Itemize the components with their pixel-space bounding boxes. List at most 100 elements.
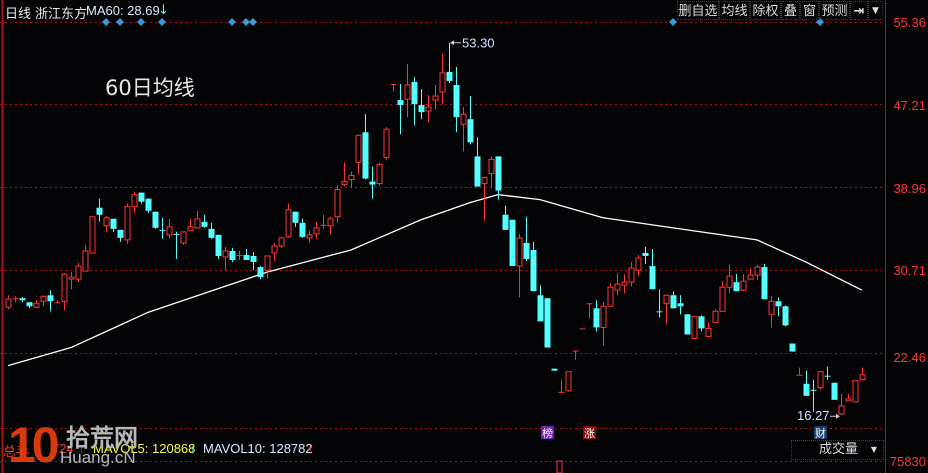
- candle-body: [89, 216, 96, 254]
- candle-up: [432, 84, 439, 110]
- candle-down: [257, 266, 264, 280]
- candle-down: [544, 298, 551, 348]
- candle-down: [138, 192, 145, 204]
- candle-up: [54, 300, 61, 304]
- candle-up: [768, 296, 775, 328]
- forecast-button[interactable]: 预测: [819, 1, 850, 20]
- candle-down: [47, 290, 54, 312]
- window-button[interactable]: 窗: [800, 1, 819, 20]
- candle-down: [208, 222, 215, 239]
- candle-body: [117, 229, 124, 238]
- candle-up: [124, 203, 131, 244]
- candle-body: [278, 237, 285, 247]
- candle-body: [516, 237, 523, 267]
- candle-body: [775, 301, 782, 307]
- candlestick-chart[interactable]: 53.30 16.27 榜 涨 财: [0, 0, 928, 473]
- ex-rights-button[interactable]: 除权: [750, 1, 781, 20]
- candle-down: [418, 88, 425, 120]
- candle-body: [355, 134, 362, 163]
- candle-down: [810, 379, 817, 412]
- candle-body: [698, 316, 705, 329]
- candle-body: [831, 382, 838, 400]
- candle-body: [684, 314, 691, 335]
- candle-up: [460, 107, 467, 152]
- candle-down: [369, 166, 376, 199]
- candle-body: [635, 257, 642, 271]
- candle-up: [691, 315, 698, 339]
- candle-body: [453, 84, 460, 118]
- candle-body: [537, 295, 544, 322]
- event-marker-label: 榜: [542, 426, 553, 440]
- candle-up: [516, 233, 523, 298]
- candle-down: [530, 241, 537, 292]
- candle-body: [600, 305, 607, 328]
- candle-body: [838, 405, 845, 415]
- price-tick: 22.46: [893, 350, 926, 365]
- ma-button[interactable]: 均线: [719, 1, 750, 20]
- candle-body: [285, 209, 292, 238]
- candle-body: [726, 275, 733, 288]
- candle-up: [355, 134, 362, 175]
- candle-up: [327, 216, 334, 234]
- candle-up: [285, 203, 292, 238]
- candle-body: [544, 298, 551, 348]
- candle-down: [299, 218, 306, 238]
- candle-body: [5, 298, 12, 308]
- candle-up: [404, 63, 411, 118]
- dropdown-icon[interactable]: ▼: [868, 1, 883, 20]
- candle-body: [166, 226, 173, 236]
- candle-down: [698, 315, 705, 332]
- candle-body: [61, 273, 68, 302]
- arrow-down-icon: ↓: [158, 3, 169, 18]
- candle-body: [362, 132, 369, 179]
- candle-up: [663, 294, 670, 325]
- exit-arrow-icon[interactable]: ⇥: [850, 1, 868, 20]
- candle-up: [194, 210, 201, 229]
- info-diamond-icon: [228, 18, 236, 26]
- candle-up: [320, 214, 327, 229]
- candle-body: [145, 198, 152, 211]
- volume-tick: 75830: [889, 454, 926, 469]
- candle-body: [754, 266, 761, 276]
- candle-down: [677, 295, 684, 315]
- candle-up: [600, 302, 607, 346]
- candle-up: [579, 328, 586, 330]
- candle-body: [670, 295, 677, 309]
- remove-favorite-button[interactable]: 删自选: [677, 1, 719, 20]
- candle-up: [740, 274, 747, 292]
- candle-up: [712, 309, 719, 323]
- candle-up: [726, 265, 733, 294]
- candle-body: [208, 228, 215, 238]
- candle-body: [299, 222, 306, 237]
- candle-body: [502, 214, 509, 230]
- candle-up: [68, 272, 75, 290]
- candle-up: [425, 95, 432, 123]
- candle-up: [12, 296, 19, 303]
- candle-down: [649, 248, 656, 290]
- indicator-select[interactable]: 成交量 ▼: [791, 440, 884, 460]
- candle-up: [306, 230, 313, 243]
- candle-body: [474, 156, 481, 187]
- candle-down: [509, 219, 516, 267]
- candle-up: [131, 191, 138, 213]
- candle-body: [383, 128, 390, 158]
- candle-body: [551, 368, 558, 371]
- candle-up: [845, 393, 852, 402]
- candle-down: [656, 289, 663, 318]
- candle-body: [614, 283, 621, 291]
- candle-body: [747, 274, 754, 280]
- mavol10-value: MAVOL10: 128782: [203, 441, 313, 456]
- candle-body: [250, 255, 257, 263]
- candle-body: [376, 163, 383, 185]
- arrowhead-icon: [450, 40, 454, 46]
- candle-up: [586, 303, 593, 319]
- watermark-logo: 10 拾荒网 Huang.cN: [8, 417, 138, 473]
- candle-body: [348, 175, 355, 181]
- candle-down: [537, 285, 544, 322]
- candle-up: [89, 216, 96, 254]
- chevron-down-icon: ▼: [870, 445, 877, 454]
- candle-body: [369, 181, 376, 185]
- candle-up: [488, 156, 495, 188]
- overlay-button[interactable]: 叠: [781, 1, 800, 20]
- candle-body: [432, 95, 439, 101]
